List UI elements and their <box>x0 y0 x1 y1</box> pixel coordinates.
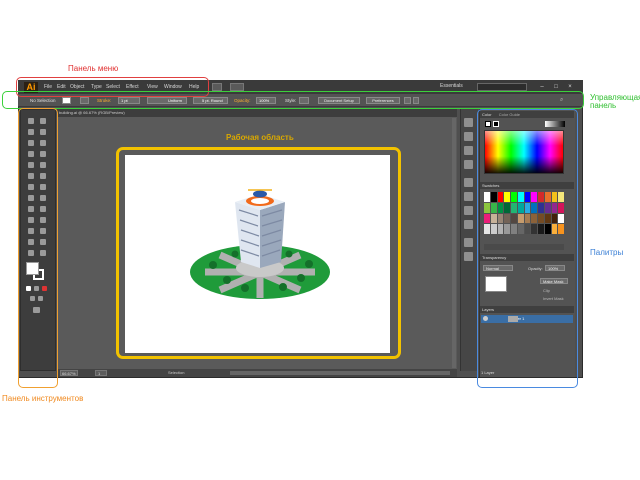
vertical-scrollbar[interactable] <box>452 118 456 368</box>
control-panel-caption-line2: панель <box>590 101 617 110</box>
pathfinder-icon[interactable] <box>464 206 473 215</box>
tools-panel-caption: Панель инструментов <box>2 394 84 403</box>
bridge-button[interactable] <box>212 83 222 91</box>
menu-bar-caption: Панель меню <box>68 64 119 73</box>
minimize-button[interactable]: – <box>537 83 547 91</box>
symbols-icon[interactable] <box>464 146 473 155</box>
palettes-highlight <box>477 109 578 388</box>
maximize-button[interactable]: □ <box>551 83 561 91</box>
document-title: building.ai @ 66.67% (RGB/Preview) <box>59 110 125 115</box>
artboards-icon[interactable] <box>464 118 473 127</box>
workspace-switcher[interactable]: Essentials <box>440 83 463 89</box>
palettes-caption: Палитры <box>590 248 624 257</box>
control-panel-highlight <box>2 91 584 109</box>
artboard-navigation[interactable]: 1 <box>95 370 107 376</box>
align-icon[interactable] <box>464 192 473 201</box>
search-input[interactable] <box>477 83 527 91</box>
zoom-field[interactable]: 66.67% <box>60 370 78 376</box>
graphic-styles-icon[interactable] <box>464 160 473 169</box>
status-text: Selection <box>168 370 185 375</box>
character-icon[interactable] <box>464 238 473 247</box>
brushes-icon[interactable] <box>464 132 473 141</box>
appearance-icon[interactable] <box>464 178 473 187</box>
transform-icon[interactable] <box>464 220 473 229</box>
workspace-highlight <box>116 147 401 359</box>
tools-panel-highlight <box>18 108 58 388</box>
workspace-caption: Рабочая область <box>226 133 294 142</box>
close-button[interactable]: × <box>565 83 575 91</box>
arrange-documents-button[interactable] <box>230 83 244 91</box>
paragraph-icon[interactable] <box>464 252 473 261</box>
horizontal-scrollbar[interactable] <box>230 371 450 375</box>
